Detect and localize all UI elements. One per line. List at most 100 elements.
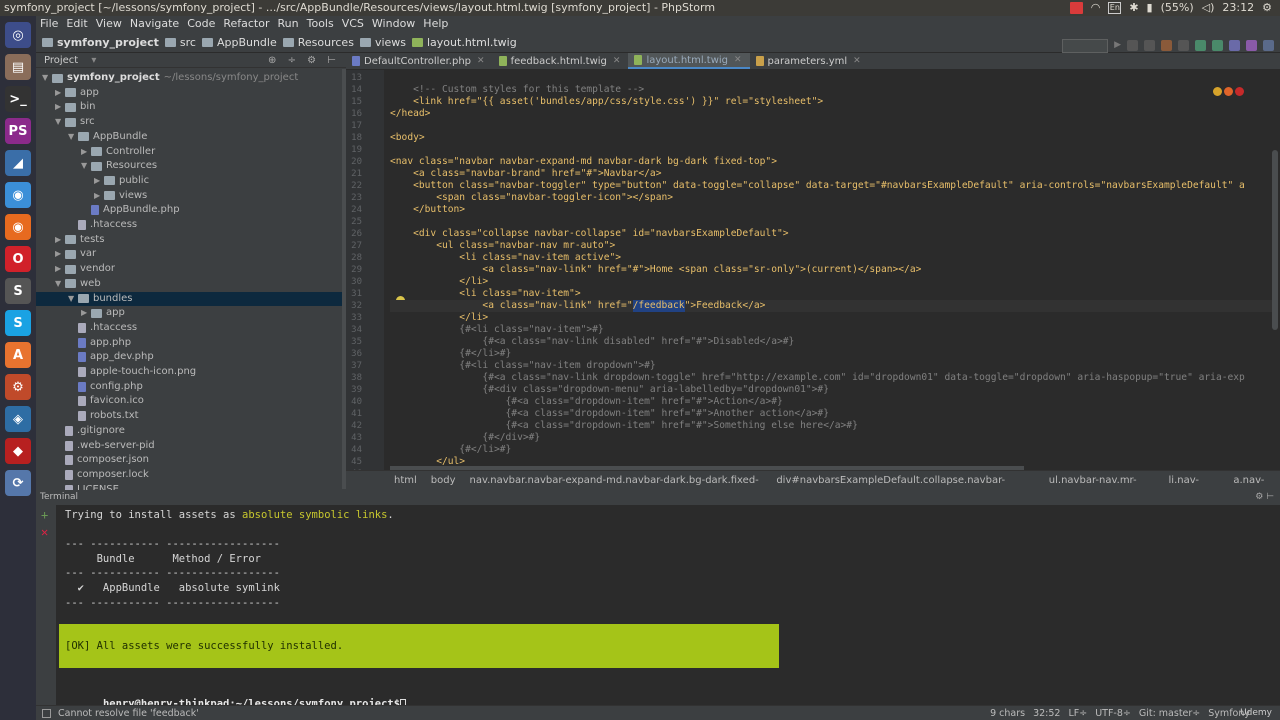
menu-item-edit[interactable]: Edit (66, 16, 87, 32)
chevron-down-icon[interactable]: ▼ (42, 71, 52, 85)
editor-crumb[interactable]: div#navbarsExampleDefault.collapse.navba… (776, 471, 1034, 506)
tree-item[interactable]: ▼ web (55, 277, 101, 291)
menu-item-navigate[interactable]: Navigate (130, 16, 179, 32)
git-branch[interactable]: Git: master÷ (1139, 706, 1200, 720)
debug-icon[interactable] (1127, 40, 1138, 51)
chevron-right-icon[interactable]: ▶ (55, 262, 65, 276)
chevron-down-icon[interactable]: ▼ (68, 292, 78, 306)
tree-item[interactable]: config.php (68, 380, 143, 394)
close-icon[interactable]: ✕ (734, 52, 742, 69)
tree-item[interactable]: ▶ bin (55, 100, 95, 114)
wifi-icon[interactable]: ◠ (1091, 0, 1101, 16)
line-separator[interactable]: LF÷ (1068, 706, 1087, 720)
close-icon[interactable]: ✕ (477, 53, 485, 70)
tree-item[interactable]: app.php (68, 336, 131, 350)
tree-item[interactable]: AppBundle.php (81, 203, 180, 217)
tree-item[interactable]: .web-server-pid (55, 439, 155, 453)
menu-item-run[interactable]: Run (278, 16, 299, 32)
chevron-right-icon[interactable]: ▶ (55, 86, 65, 100)
tab-feedback-html-twig[interactable]: feedback.html.twig ✕ (493, 53, 629, 69)
skype-icon[interactable]: S (5, 310, 31, 336)
breadcrumb-item[interactable]: views (359, 32, 406, 53)
project-panel-header[interactable]: Project ▾ ⊕ ÷ ⚙ ⊢ (36, 53, 346, 68)
tab-defaultcontroller-php[interactable]: DefaultController.php ✕ (346, 53, 493, 69)
project-panel-tools[interactable]: ⊕ ÷ ⚙ ⊢ (268, 53, 340, 68)
menu-item-tools[interactable]: Tools (307, 16, 334, 32)
terminal-icon[interactable]: >_ (5, 86, 31, 112)
build-icon[interactable] (1161, 40, 1172, 51)
new-session-icon[interactable]: + (41, 508, 48, 522)
tree-item[interactable]: ▶ Controller (81, 145, 155, 159)
chevron-right-icon[interactable]: ▶ (55, 100, 65, 114)
editor-crumb[interactable]: a.nav-link (1233, 471, 1280, 506)
breadcrumb-item[interactable]: AppBundle (201, 32, 277, 53)
tree-item[interactable]: ▶ views (94, 189, 147, 203)
files-icon[interactable]: ▤ (5, 54, 31, 80)
settings-icon[interactable]: ⚙ (5, 374, 31, 400)
chevron-right-icon[interactable]: ▶ (94, 189, 104, 203)
close-icon[interactable]: ✕ (853, 53, 861, 70)
toggle-panels-icon[interactable] (42, 709, 51, 718)
clock[interactable]: 23:12 (1222, 0, 1254, 16)
chevron-down-icon[interactable]: ▼ (55, 115, 65, 129)
tree-item[interactable]: composer.lock (55, 468, 149, 482)
tree-item[interactable]: ▼ bundles (68, 292, 133, 306)
sublime-icon[interactable]: S (5, 278, 31, 304)
tree-item[interactable]: ▶ app (55, 86, 99, 100)
editor-crumb[interactable]: ul.navbar-nav.mr-auto (1049, 471, 1155, 506)
chevron-down-icon[interactable]: ▼ (55, 277, 65, 291)
dash-icon[interactable]: ◎ (5, 22, 31, 48)
tree-item[interactable]: app_dev.php (68, 350, 154, 364)
breadcrumb-item[interactable]: src (164, 32, 196, 53)
chevron-right-icon[interactable]: ▶ (55, 233, 65, 247)
vcs-update-icon[interactable] (1195, 40, 1206, 51)
tree-item[interactable]: ▶ tests (55, 233, 104, 247)
chromium-icon[interactable]: ◉ (5, 182, 31, 208)
tree-item[interactable]: ▼ AppBundle (68, 130, 147, 144)
bluetooth-icon[interactable]: ✱ (1129, 0, 1138, 16)
network-icon[interactable]: ◈ (5, 406, 31, 432)
tree-item[interactable]: .htaccess (68, 218, 137, 232)
chevron-right-icon[interactable]: ▶ (81, 306, 91, 320)
tree-item[interactable]: .gitignore (55, 424, 125, 438)
wireshark-icon[interactable]: ◢ (5, 150, 31, 176)
menu-item-vcs[interactable]: VCS (342, 16, 364, 32)
menu-item-file[interactable]: File (40, 16, 58, 32)
recording-icon[interactable] (1069, 2, 1083, 14)
breadcrumb-item[interactable]: symfony_project (42, 32, 159, 53)
phpstorm-icon[interactable]: PS (5, 118, 31, 144)
breadcrumb-item[interactable]: Resources (282, 32, 354, 53)
tree-item[interactable]: ▶ app (81, 306, 125, 320)
chevron-right-icon[interactable]: ▶ (55, 247, 65, 261)
battery-icon[interactable]: ▮ (1147, 0, 1153, 16)
firefox-icon[interactable]: ◉ (5, 214, 31, 240)
editor-crumb[interactable]: li.nav-item (1169, 471, 1220, 506)
tree-item[interactable]: favicon.ico (68, 394, 144, 408)
chevron-down-icon[interactable]: ▾ (91, 55, 96, 66)
editor-crumb[interactable]: html (394, 471, 417, 490)
menu-item-window[interactable]: Window (372, 16, 415, 32)
vcs-history-icon[interactable] (1229, 40, 1240, 51)
ruby-icon[interactable]: ◆ (5, 438, 31, 464)
chevron-right-icon[interactable]: ▶ (94, 174, 104, 188)
opera-icon[interactable]: O (5, 246, 31, 272)
power-gear-icon[interactable]: ⚙ (1262, 0, 1272, 16)
code-area[interactable]: <!-- Custom styles for this template -->… (390, 70, 1276, 470)
chrome-icon[interactable] (1213, 87, 1222, 96)
editor-scrollbar[interactable] (1272, 150, 1278, 330)
terminal-settings-icon[interactable]: ⚙ ⊢ (1255, 490, 1274, 505)
close-session-icon[interactable]: ✕ (41, 525, 48, 539)
menu-item-refactor[interactable]: Refactor (223, 16, 269, 32)
tab-layout-html-twig[interactable]: layout.html.twig ✕ (628, 52, 750, 69)
help-icon[interactable] (1263, 40, 1274, 51)
firefox-icon[interactable] (1224, 87, 1233, 96)
caret-position[interactable]: 32:52 (1033, 706, 1060, 720)
chevron-down-icon[interactable]: ▼ (81, 159, 91, 173)
tree-item[interactable]: ▼ symfony_project ~/lessons/symfony_projec… (42, 71, 298, 85)
editor-crumb[interactable]: body (431, 471, 456, 490)
chevron-down-icon[interactable]: ▼ (68, 130, 78, 144)
update-icon[interactable]: ⟳ (5, 470, 31, 496)
software-center-icon[interactable]: A (5, 342, 31, 368)
opera-icon[interactable] (1235, 87, 1244, 96)
tab-parameters-yml[interactable]: parameters.yml ✕ (750, 53, 869, 69)
